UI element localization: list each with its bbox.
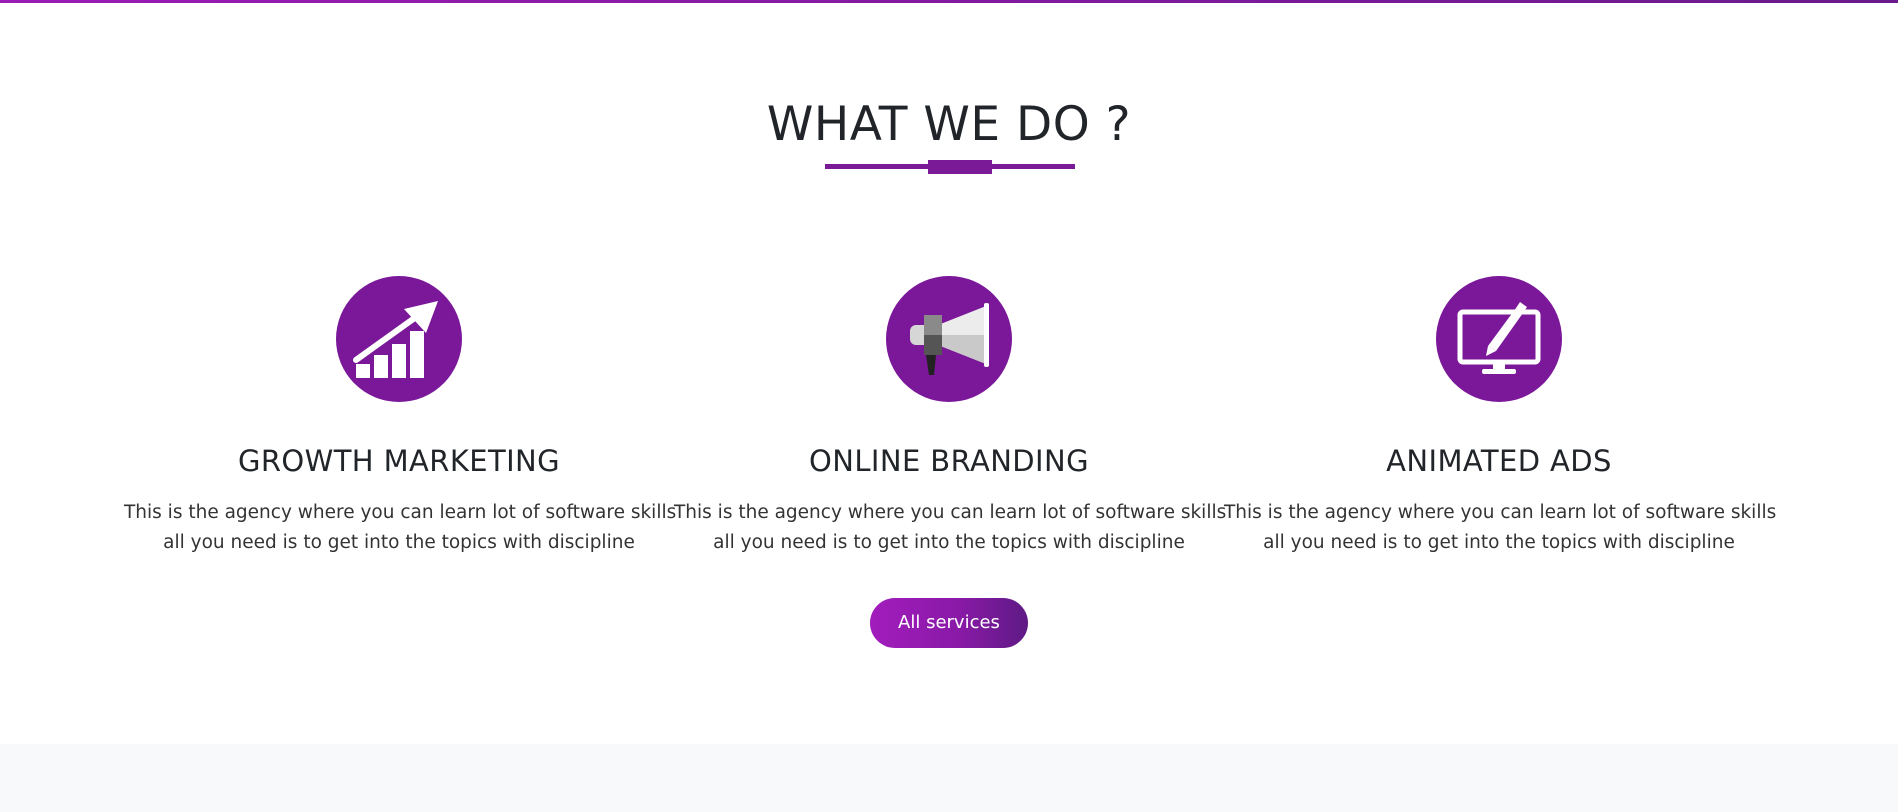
service-description: This is the agency where you can learn l… bbox=[124, 498, 677, 558]
service-description-line: all you need is to get into the topics w… bbox=[713, 531, 1185, 553]
service-description-line: This is the agency where you can learn l… bbox=[674, 501, 1227, 523]
growth-chart-icon bbox=[336, 276, 462, 402]
next-section-band bbox=[0, 744, 1898, 812]
service-title: ANIMATED ADS bbox=[1386, 444, 1612, 478]
service-description-line: This is the agency where you can learn l… bbox=[124, 501, 677, 523]
service-card-online-branding: ONLINE BRANDING This is the agency where… bbox=[674, 276, 1227, 558]
megaphone-icon bbox=[886, 276, 1012, 402]
section-header: WHAT WE DO ? bbox=[0, 101, 1898, 148]
service-description: This is the agency where you can learn l… bbox=[1224, 498, 1777, 558]
service-description-line: all you need is to get into the topics w… bbox=[1263, 531, 1735, 553]
service-description: This is the agency where you can learn l… bbox=[674, 498, 1227, 558]
services-section: WHAT WE DO ? GROWTH MARKETING This is th… bbox=[0, 3, 1898, 744]
service-description-line: This is the agency where you can learn l… bbox=[1224, 501, 1777, 523]
all-services-button[interactable]: All services bbox=[870, 598, 1028, 648]
service-description-line: all you need is to get into the topics w… bbox=[163, 531, 635, 553]
cta-wrapper: All services bbox=[0, 598, 1898, 648]
service-title: GROWTH MARKETING bbox=[237, 444, 561, 478]
service-card-animated-ads: ANIMATED ADS This is the agency where yo… bbox=[1224, 276, 1777, 558]
title-underline-accent bbox=[928, 160, 992, 174]
design-monitor-icon bbox=[1436, 276, 1562, 402]
section-title: WHAT WE DO ? bbox=[766, 97, 1132, 152]
service-card-growth-marketing: GROWTH MARKETING This is the agency wher… bbox=[124, 276, 677, 558]
service-title: ONLINE BRANDING bbox=[809, 444, 1089, 478]
